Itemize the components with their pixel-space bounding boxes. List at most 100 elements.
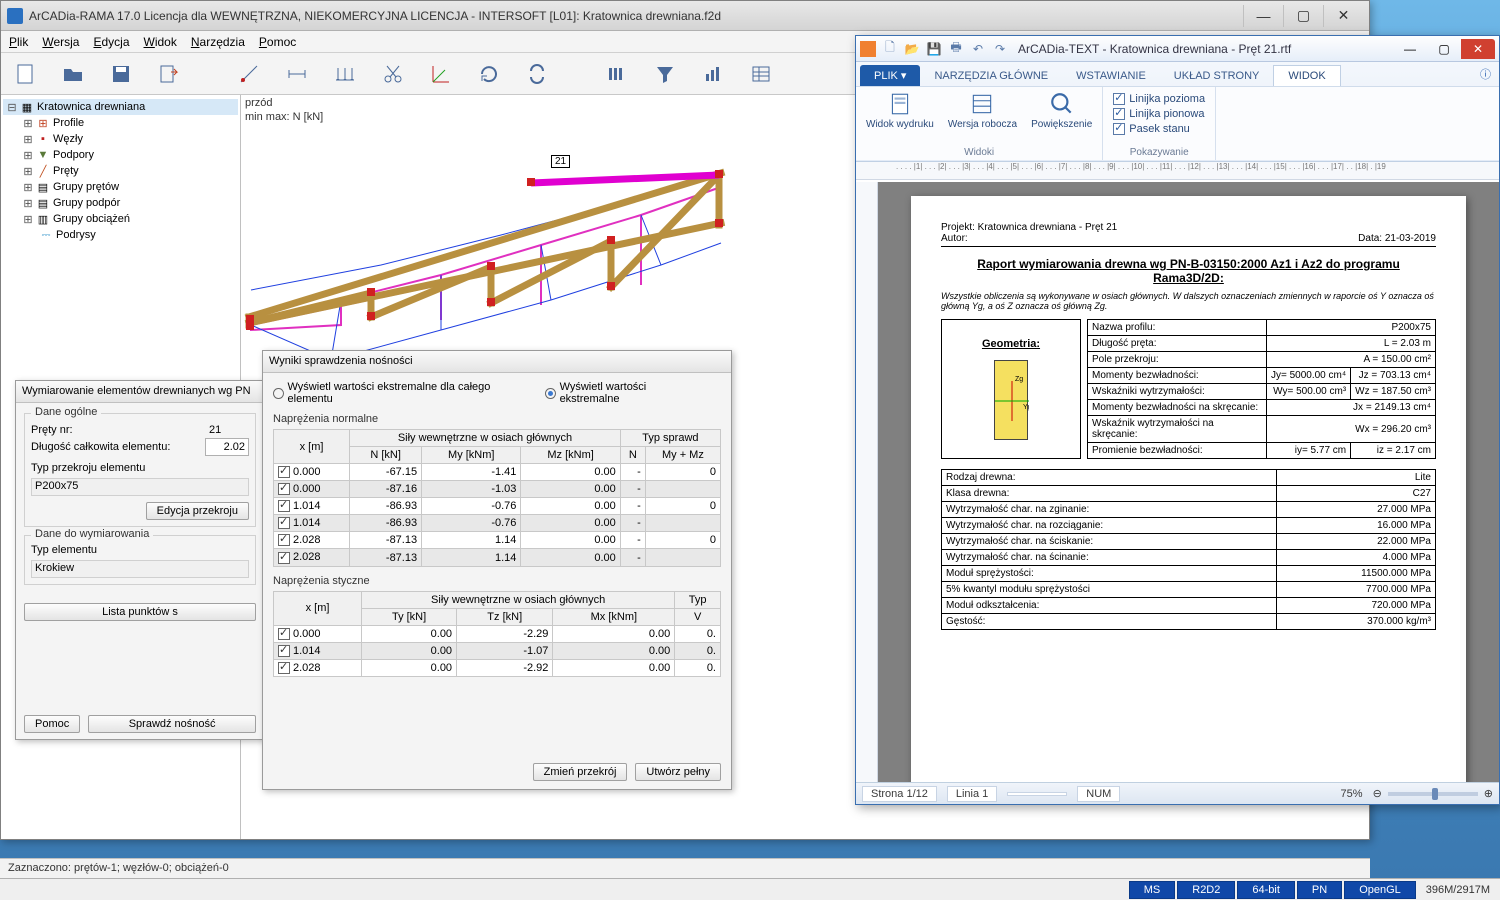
change-profile-button[interactable]: Zmień przekrój <box>533 763 628 781</box>
status-num: NUM <box>1077 786 1120 802</box>
tool-export-icon[interactable] <box>155 60 183 88</box>
close-button[interactable]: ✕ <box>1323 5 1363 27</box>
tool-filter-icon[interactable] <box>651 60 679 88</box>
tool-refresh-icon[interactable] <box>475 60 503 88</box>
view-sublabel: min max: N [kN] <box>245 111 323 123</box>
qat-new-icon[interactable]: 🗋 <box>882 41 898 57</box>
dlg1-group1-title: Dane ogólne <box>31 406 101 418</box>
tree-grupy-podpor[interactable]: ⊞▤Grupy podpór <box>3 195 238 211</box>
document-page: Projekt: Kratownica drewniana - Pręt 21 … <box>911 196 1466 782</box>
points-list-button[interactable]: Lista punktów s <box>24 603 256 621</box>
tree-profile[interactable]: ⊞⊞Profile <box>3 115 238 131</box>
text-maximize-button[interactable]: ▢ <box>1427 39 1461 59</box>
menu-narzedzia[interactable]: Narzędzia <box>191 35 245 49</box>
qat-undo-icon[interactable]: ↶ <box>970 41 986 57</box>
status-line[interactable]: Linia 1 <box>947 786 997 802</box>
chip-64bit[interactable]: 64-bit <box>1237 881 1295 899</box>
document-scroll[interactable]: Projekt: Kratownica drewniana - Pręt 21 … <box>878 182 1499 782</box>
qat-print-icon[interactable]: 🖶 <box>948 41 964 57</box>
draw-icon: ⎓ <box>39 228 53 242</box>
tool-table-icon[interactable] <box>747 60 775 88</box>
create-full-button[interactable]: Utwórz pełny <box>635 763 721 781</box>
check-capacity-button[interactable]: Sprawdź nośność <box>88 715 256 733</box>
zoom-button[interactable]: Powiększenie <box>1031 91 1092 130</box>
tool-save-icon[interactable] <box>107 60 135 88</box>
tree-wezly[interactable]: ⊞▪Węzły <box>3 131 238 147</box>
edit-profile-button[interactable]: Edycja przekroju <box>146 502 249 520</box>
menu-edycja[interactable]: Edycja <box>93 35 129 49</box>
tool-new-icon[interactable] <box>11 60 39 88</box>
memory-status: 396M/2917M <box>1416 884 1500 896</box>
help-button[interactable]: Pomoc <box>24 715 80 733</box>
table-row[interactable]: 1.014-86.93-0.760.00-0 <box>274 498 721 515</box>
maximize-button[interactable]: ▢ <box>1283 5 1323 27</box>
table-row[interactable]: 0.0000.00-2.290.000. <box>274 625 721 642</box>
text-editor-window[interactable]: 🗋 📂 💾 🖶 ↶ ↷ ArCADia-TEXT - Kratownica dr… <box>855 35 1500 805</box>
dlg2-title[interactable]: Wyniki sprawdzenia nośności <box>263 351 731 373</box>
tool-load-icon[interactable] <box>331 60 359 88</box>
tool-chart-icon[interactable] <box>699 60 727 88</box>
tool-cut-icon[interactable] <box>379 60 407 88</box>
menu-plik[interactable]: Plik <box>9 35 28 49</box>
print-view-button[interactable]: Widok wydruku <box>866 91 934 130</box>
tool-axes-icon[interactable] <box>427 60 455 88</box>
section-normal: Naprężenia normalne <box>273 413 721 425</box>
radio-extreme[interactable]: Wyświetl wartości ekstremalne <box>545 381 701 405</box>
table-row[interactable]: 1.0140.00-1.070.000. <box>274 642 721 659</box>
tab-insert[interactable]: WSTAWIANIE <box>1062 66 1160 86</box>
tool-sync-icon[interactable] <box>523 60 551 88</box>
table-row[interactable]: 2.028-87.131.140.00- <box>274 549 721 566</box>
tab-layout[interactable]: UKŁAD STRONY <box>1160 66 1274 86</box>
table-row[interactable]: 2.0280.00-2.920.000. <box>274 659 721 676</box>
radio-whole-element[interactable]: Wyświetl wartości ekstremalne dla całego… <box>273 381 525 405</box>
tree-podpory[interactable]: ⊞▼Podpory <box>3 147 238 163</box>
zoom-slider[interactable]: ⊖⊕ <box>1373 787 1493 800</box>
input-dlugosc[interactable] <box>205 438 249 456</box>
tree-podrysy[interactable]: ⎓Podrysy <box>3 227 238 243</box>
qat-redo-icon[interactable]: ↷ <box>992 41 1008 57</box>
vertical-ruler[interactable] <box>856 182 878 782</box>
tool-node-icon[interactable] <box>235 60 263 88</box>
text-minimize-button[interactable]: — <box>1393 39 1427 59</box>
qat-save-icon[interactable]: 💾 <box>926 41 942 57</box>
chk-statusbar[interactable]: Pasek stanu <box>1113 123 1205 135</box>
menu-wersja[interactable]: Wersja <box>42 35 79 49</box>
status-page[interactable]: Strona 1/12 <box>862 786 937 802</box>
help-icon[interactable]: ⓘ <box>1472 62 1499 86</box>
table-row[interactable]: 2.028-87.131.140.00-0 <box>274 532 721 549</box>
table-row[interactable]: 1.014-86.93-0.760.00- <box>274 515 721 532</box>
tool-dim-icon[interactable] <box>283 60 311 88</box>
chk-ruler-h[interactable]: Linijka pozioma <box>1113 93 1205 105</box>
main-titlebar[interactable]: ArCADia-RAMA 17.0 Licencja dla WEWNĘTRZN… <box>1 1 1369 31</box>
support-icon: ▼ <box>36 148 50 162</box>
tree-grupy-obciazen[interactable]: ⊞▥Grupy obciążeń <box>3 211 238 227</box>
tab-file[interactable]: PLIK ▾ <box>860 65 920 86</box>
qat-open-icon[interactable]: 📂 <box>904 41 920 57</box>
text-close-button[interactable]: ✕ <box>1461 39 1495 59</box>
tab-view[interactable]: WIDOK <box>1273 65 1340 86</box>
dlg1-title[interactable]: Wymiarowanie elementów drewnianych wg PN <box>16 381 264 403</box>
chip-ms[interactable]: MS <box>1129 881 1176 899</box>
tree-prety[interactable]: ⊞╱Pręty <box>3 163 238 179</box>
table-row[interactable]: 0.000-67.15-1.410.00-0 <box>274 464 721 481</box>
tree-root[interactable]: ⊟▦Kratownica drewniana <box>3 99 238 115</box>
chip-opengl[interactable]: OpenGL <box>1344 881 1416 899</box>
horizontal-ruler[interactable]: . . . . |1| . . . |2| . . . |3| . . . |4… <box>856 162 1499 180</box>
tab-tools[interactable]: NARZĘDZIA GŁÓWNE <box>920 66 1062 86</box>
tree-grupy-pretow[interactable]: ⊞▤Grupy prętów <box>3 179 238 195</box>
chip-pn[interactable]: PN <box>1297 881 1342 899</box>
tool-results-icon[interactable] <box>603 60 631 88</box>
chip-r2d2[interactable]: R2D2 <box>1177 881 1235 899</box>
table-row[interactable]: 0.000-87.16-1.030.00- <box>274 481 721 498</box>
dimensioning-dialog[interactable]: Wymiarowanie elementów drewnianych wg PN… <box>15 380 265 740</box>
draft-view-button[interactable]: Wersja robocza <box>948 91 1017 130</box>
chk-ruler-v[interactable]: Linijka pionowa <box>1113 108 1205 120</box>
results-dialog[interactable]: Wyniki sprawdzenia nośności Wyświetl war… <box>262 350 732 790</box>
tool-open-icon[interactable] <box>59 60 87 88</box>
menu-pomoc[interactable]: Pomoc <box>259 35 296 49</box>
text-title: ArCADia-TEXT - Kratownica drewniana - Pr… <box>1018 42 1393 56</box>
table-normal: x [m]Siły wewnętrzne w osiach głównychTy… <box>273 429 721 567</box>
menu-widok[interactable]: Widok <box>144 35 177 49</box>
minimize-button[interactable]: — <box>1243 5 1283 27</box>
text-titlebar[interactable]: 🗋 📂 💾 🖶 ↶ ↷ ArCADia-TEXT - Kratownica dr… <box>856 36 1499 62</box>
